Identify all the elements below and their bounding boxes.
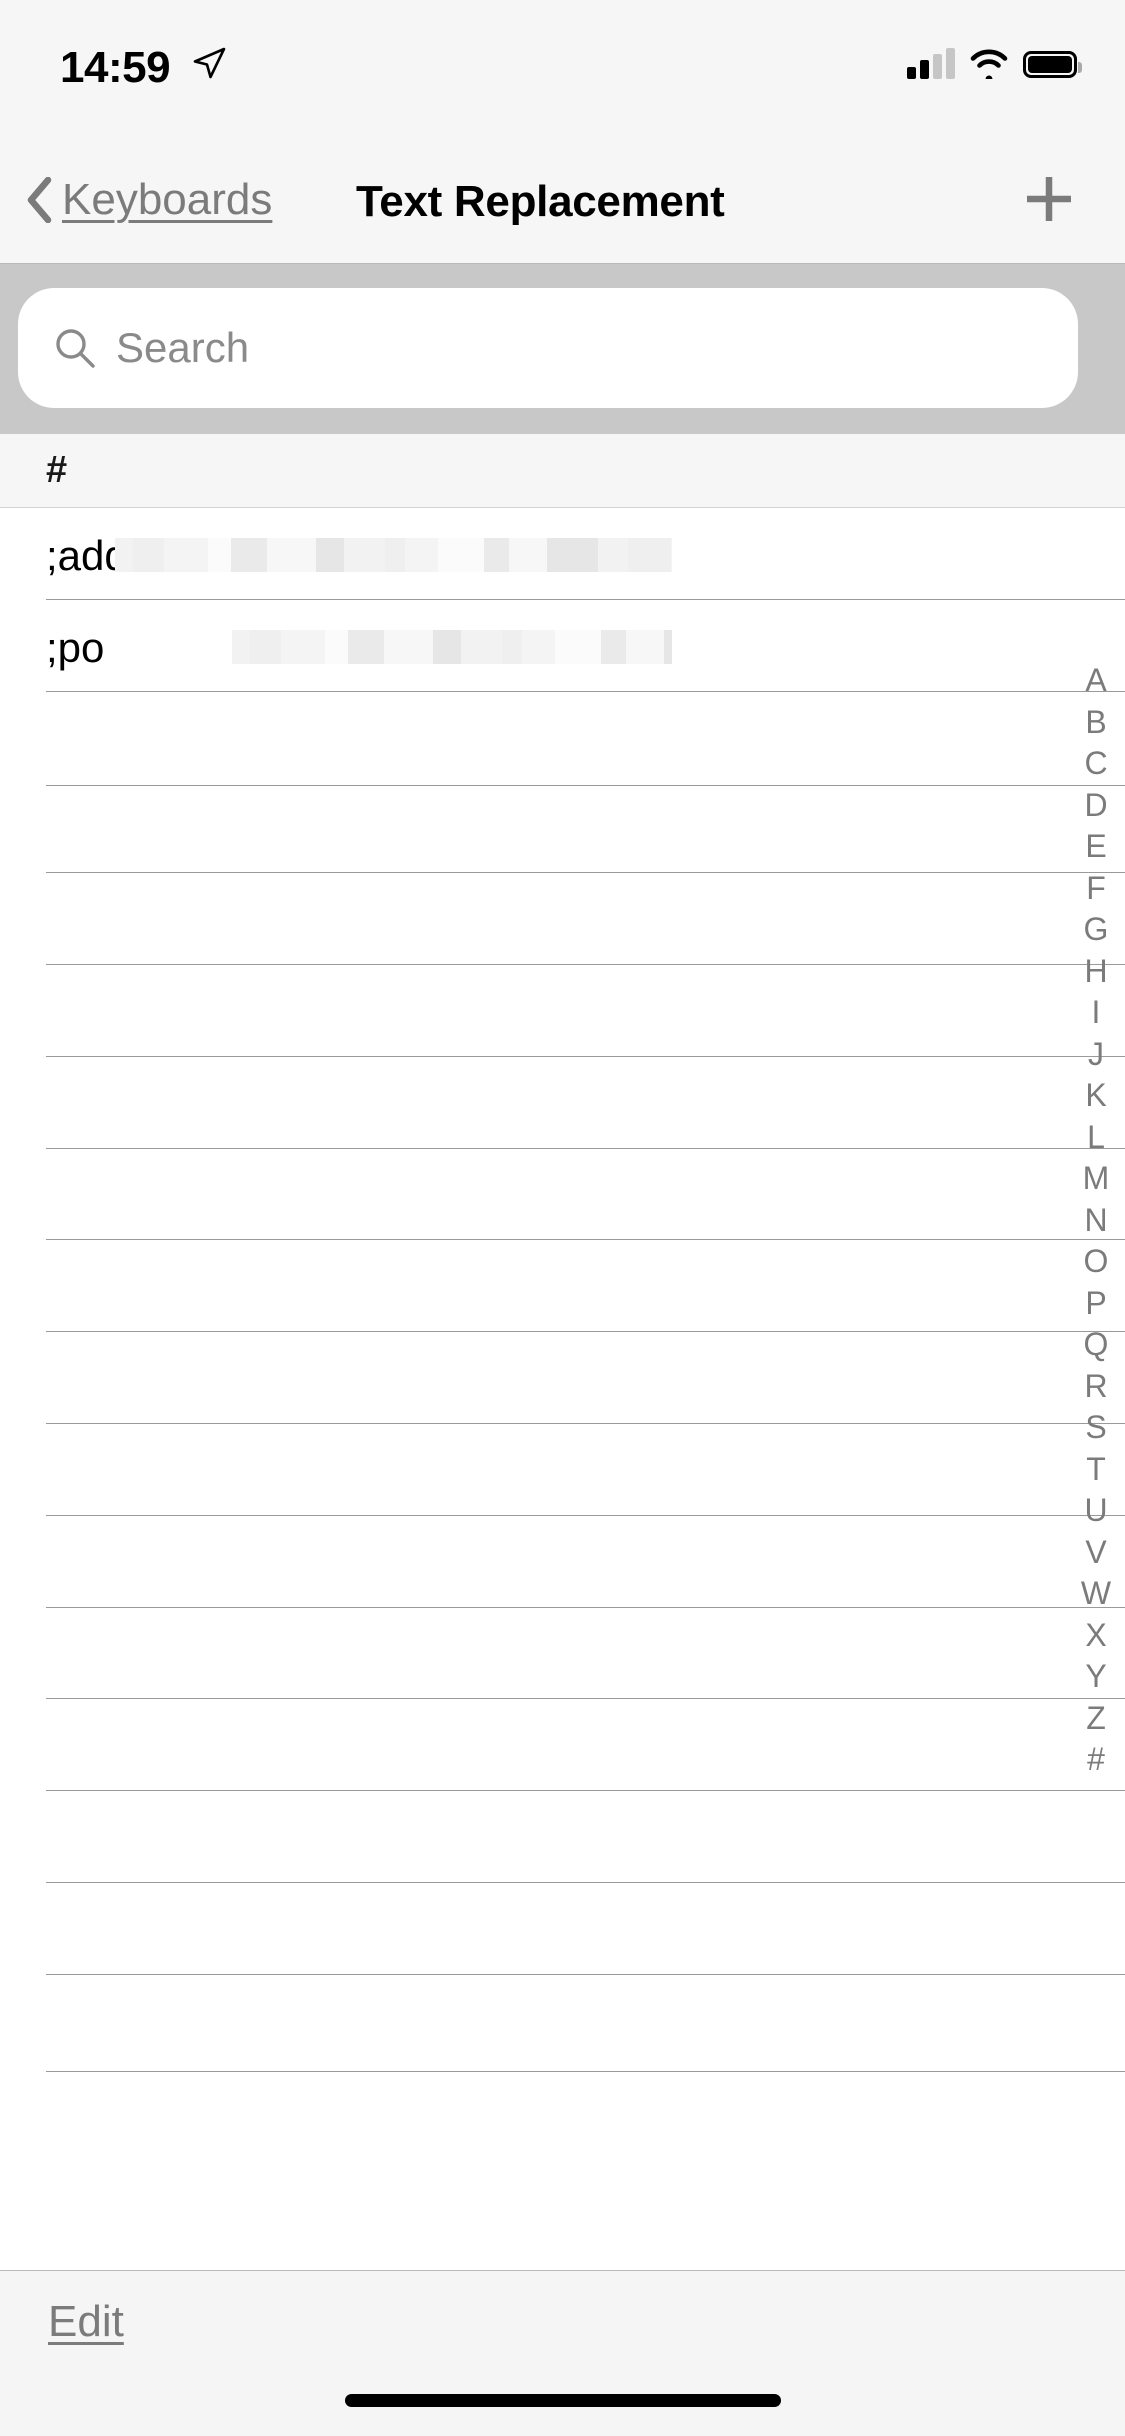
index-letter-w[interactable]: W bbox=[1067, 1573, 1125, 1615]
index-letter-p[interactable]: P bbox=[1067, 1283, 1125, 1325]
status-bar-time: 14:59 bbox=[60, 43, 171, 92]
index-letter-e[interactable]: E bbox=[1067, 826, 1125, 868]
table-row-empty bbox=[46, 1239, 1125, 1240]
table-row-empty bbox=[46, 1882, 1125, 1883]
index-letter-r[interactable]: R bbox=[1067, 1366, 1125, 1408]
home-indicator[interactable] bbox=[344, 2394, 781, 2407]
index-letter-s[interactable]: S bbox=[1067, 1407, 1125, 1449]
table-row[interactable]: ;addr bbox=[0, 508, 1125, 600]
table-row-empty bbox=[46, 1515, 1125, 1516]
table-row-empty bbox=[46, 1148, 1125, 1149]
index-letter-m[interactable]: M bbox=[1067, 1158, 1125, 1200]
index-letter-y[interactable]: Y bbox=[1067, 1656, 1125, 1698]
bottom-toolbar: Edit bbox=[0, 2270, 1125, 2382]
back-button-label: Keyboards bbox=[62, 175, 273, 224]
navigation-bar: Keyboards Text Replacement bbox=[0, 132, 1125, 264]
table-row-empty bbox=[46, 1331, 1125, 1332]
index-letter-h[interactable]: H bbox=[1067, 951, 1125, 993]
table-row-empty bbox=[46, 1974, 1125, 1975]
index-letter-i[interactable]: I bbox=[1067, 992, 1125, 1034]
index-letter-g[interactable]: G bbox=[1067, 909, 1125, 951]
index-letter-x[interactable]: X bbox=[1067, 1615, 1125, 1657]
home-indicator-area bbox=[0, 2382, 1125, 2436]
search-placeholder: Search bbox=[116, 324, 250, 371]
table-row-empty bbox=[46, 2071, 1125, 2072]
search-icon bbox=[56, 329, 95, 368]
plus-icon bbox=[1027, 177, 1071, 221]
table-row-empty bbox=[46, 1056, 1125, 1057]
search-input[interactable]: Search bbox=[18, 288, 1078, 408]
edit-button[interactable]: Edit bbox=[48, 2295, 124, 2349]
index-letter-f[interactable]: F bbox=[1067, 868, 1125, 910]
text-replacement-screen: 14:59 Keyboards Text Replacement Search … bbox=[0, 0, 1125, 2436]
add-text-replacement-button[interactable] bbox=[1001, 168, 1097, 230]
index-letter-v[interactable]: V bbox=[1067, 1532, 1125, 1574]
table-row-empty bbox=[46, 1790, 1125, 1791]
chevron-left-icon bbox=[27, 177, 52, 223]
status-bar: 14:59 bbox=[0, 0, 1125, 132]
index-letter-n[interactable]: N bbox=[1067, 1200, 1125, 1242]
index-letter-c[interactable]: C bbox=[1067, 743, 1125, 785]
search-bar-container: Search bbox=[0, 264, 1125, 434]
table-row-empty bbox=[46, 785, 1125, 786]
row-phrase-redacted bbox=[115, 538, 672, 572]
row-shortcut: ;po bbox=[46, 624, 105, 671]
index-letter-b[interactable]: B bbox=[1067, 702, 1125, 744]
text-replacement-list: ;addr ;po bbox=[0, 508, 1125, 2270]
table-row[interactable]: ;po bbox=[0, 600, 1125, 692]
table-row-empty bbox=[46, 1423, 1125, 1424]
section-header-label: # bbox=[46, 449, 68, 491]
row-phrase-redacted bbox=[232, 630, 672, 664]
wifi-icon bbox=[970, 49, 1008, 79]
cellular-signal-icon bbox=[907, 48, 955, 79]
status-bar-indicators bbox=[907, 44, 1082, 84]
index-letter-d[interactable]: D bbox=[1067, 785, 1125, 827]
index-letter-o[interactable]: O bbox=[1067, 1241, 1125, 1283]
table-row-empty bbox=[46, 964, 1125, 965]
index-letter-u[interactable]: U bbox=[1067, 1490, 1125, 1532]
table-row-empty bbox=[46, 1698, 1125, 1699]
index-letter-j[interactable]: J bbox=[1067, 1034, 1125, 1076]
back-button-keyboards[interactable]: Keyboards bbox=[26, 172, 272, 228]
index-letter-z[interactable]: Z bbox=[1067, 1698, 1125, 1740]
page-title: Text Replacement bbox=[356, 177, 725, 226]
table-row-empty bbox=[46, 872, 1125, 873]
index-letter-q[interactable]: Q bbox=[1067, 1324, 1125, 1366]
index-letter-k[interactable]: K bbox=[1067, 1075, 1125, 1117]
index-letter-hash[interactable]: # bbox=[1067, 1739, 1125, 1781]
table-row-empty bbox=[46, 1607, 1125, 1608]
index-letter-l[interactable]: L bbox=[1067, 1117, 1125, 1159]
location-arrow-icon bbox=[193, 47, 226, 79]
section-index-bar[interactable]: A B C D E F G H I J K L M N O P Q R S T U V W X Y Z # bbox=[1067, 660, 1125, 1781]
battery-full-icon bbox=[1023, 50, 1082, 78]
section-header-hash: # bbox=[0, 434, 1125, 508]
index-letter-a[interactable]: A bbox=[1067, 660, 1125, 702]
index-letter-t[interactable]: T bbox=[1067, 1449, 1125, 1491]
